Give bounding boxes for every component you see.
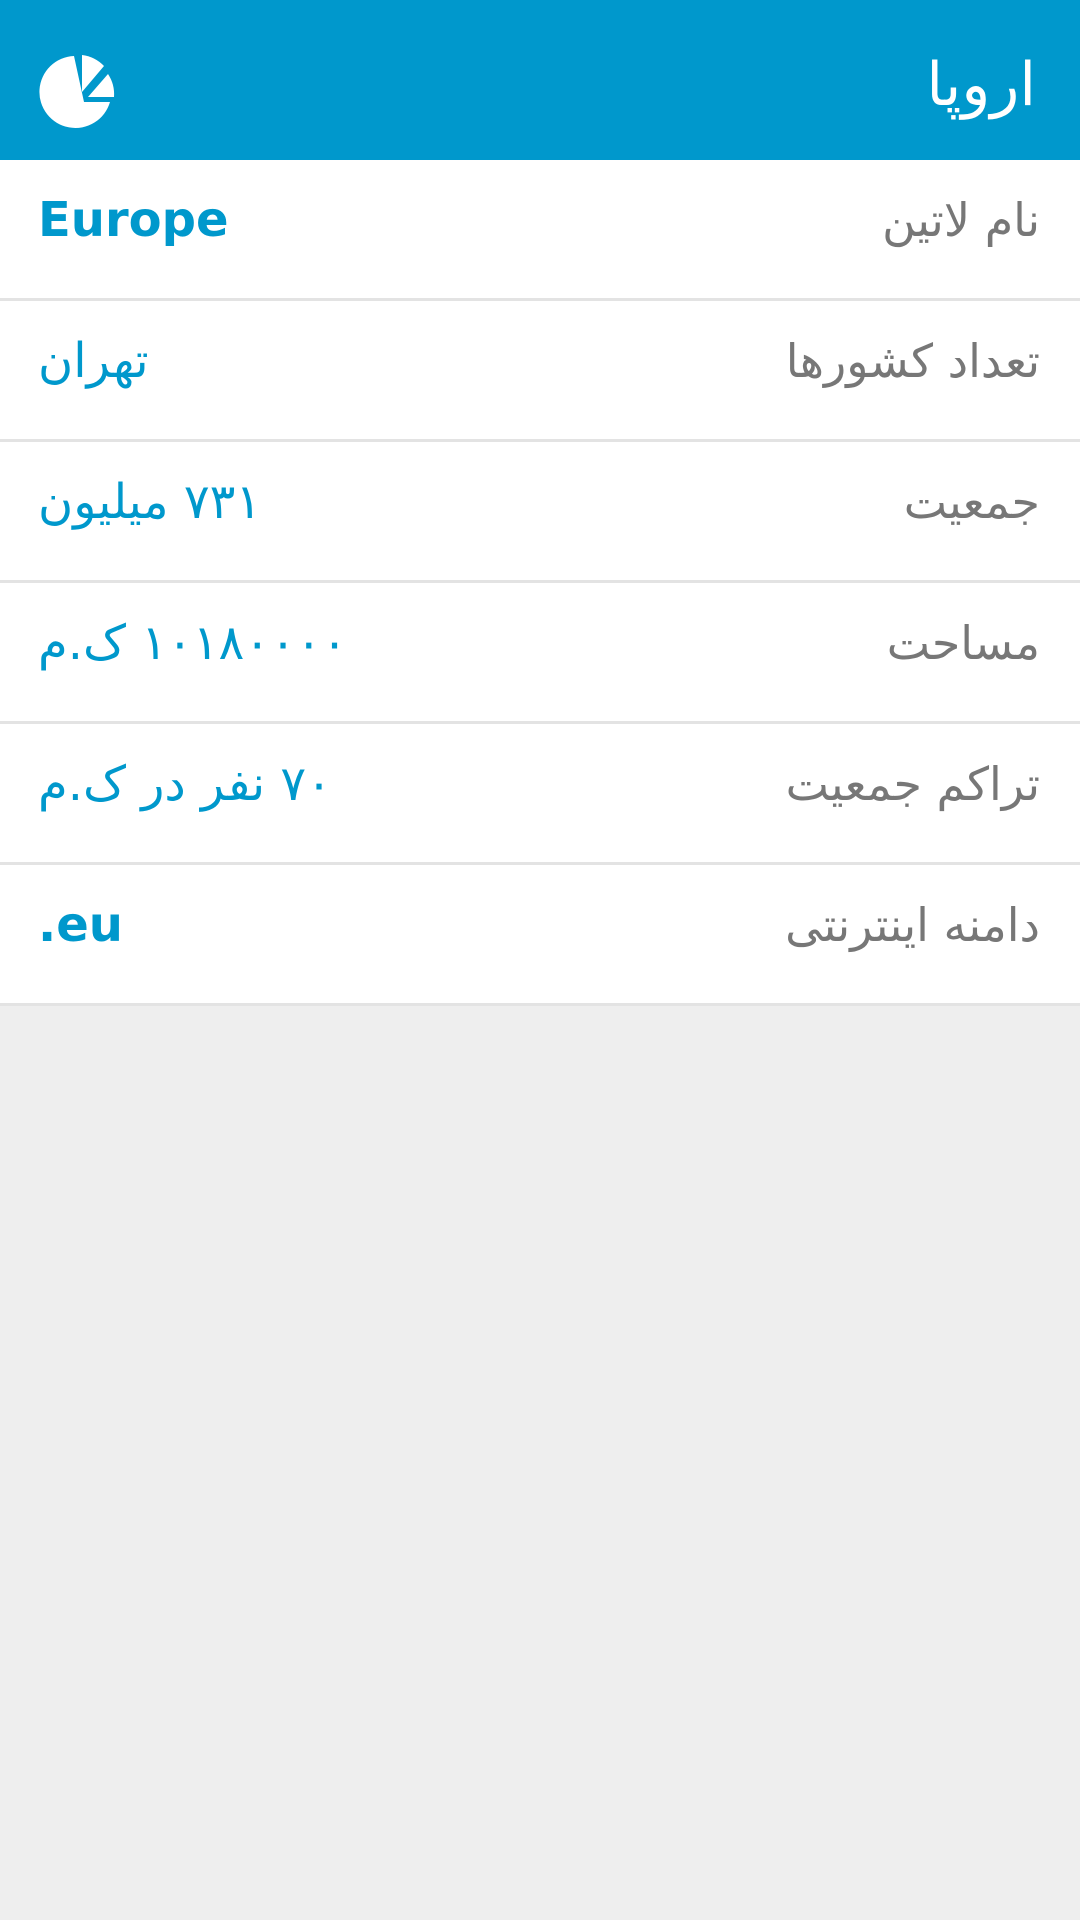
country-count-value: تهران xyxy=(38,333,149,389)
area-label: مساحت xyxy=(886,616,1040,670)
info-list: نام لاتین Europe تعداد کشورها تهران جمعی… xyxy=(0,160,1080,1006)
population-label: جمعیت xyxy=(903,475,1040,529)
list-item-latin-name: نام لاتین Europe xyxy=(0,160,1080,301)
list-item-country-count: تعداد کشورها تهران xyxy=(0,301,1080,442)
internet-domain-value: .eu xyxy=(38,897,123,953)
pie-chart-icon[interactable] xyxy=(38,52,118,132)
population-density-label: تراکم جمعیت xyxy=(785,757,1040,811)
population-density-value: ۷۰ نفر در ک.م xyxy=(38,756,332,812)
list-item-area: مساحت ۱۰۱۸۰۰۰۰ ک.م xyxy=(0,583,1080,724)
latin-name-value: Europe xyxy=(38,192,229,248)
list-item-population: جمعیت ۷۳۱ میلیون xyxy=(0,442,1080,583)
app-screen: اروپا نام لاتین Europe تعداد کشورها تهرا… xyxy=(0,0,1080,1920)
latin-name-label: نام لاتین xyxy=(882,193,1040,247)
population-value: ۷۳۱ میلیون xyxy=(38,474,262,530)
toolbar: اروپا xyxy=(0,0,1080,160)
list-item-internet-domain: دامنه اینترنتی .eu xyxy=(0,865,1080,1006)
country-count-label: تعداد کشورها xyxy=(785,334,1040,388)
area-value: ۱۰۱۸۰۰۰۰ ک.م xyxy=(38,615,348,671)
page-title: اروپا xyxy=(926,50,1036,120)
list-item-population-density: تراکم جمعیت ۷۰ نفر در ک.م xyxy=(0,724,1080,865)
internet-domain-label: دامنه اینترنتی xyxy=(785,898,1040,952)
